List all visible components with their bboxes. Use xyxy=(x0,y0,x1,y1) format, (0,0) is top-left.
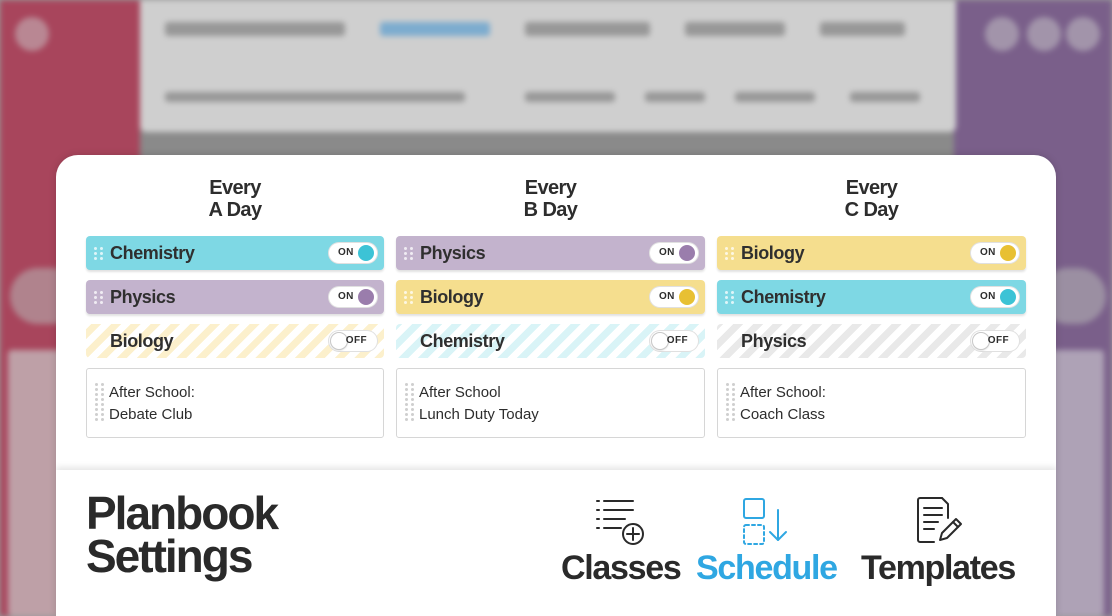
planbook-settings-modal: Every A Day Chemistry ON Physics ON Biol… xyxy=(56,155,1056,616)
background-toolbar-item xyxy=(820,22,905,36)
background-toolbar-item xyxy=(685,22,785,36)
toggle-label: ON xyxy=(338,247,354,258)
background-toolbar-item xyxy=(645,92,705,102)
day-title: Every B Day xyxy=(396,177,705,221)
drag-handle-icon xyxy=(396,324,420,358)
toggle-label: ON xyxy=(338,291,354,302)
note-line2: Lunch Duty Today xyxy=(419,406,539,423)
nav-schedule[interactable]: Schedule xyxy=(696,494,838,588)
drag-handle-icon[interactable] xyxy=(396,280,420,314)
class-toggle[interactable]: ON xyxy=(970,286,1020,308)
day-note[interactable]: After School Lunch Duty Today xyxy=(396,368,705,438)
background-toolbar-item xyxy=(525,92,615,102)
background-toolbar-item xyxy=(525,22,650,36)
class-toggle[interactable]: ON xyxy=(649,242,699,264)
drag-handle-icon[interactable] xyxy=(717,280,741,314)
day-title: Every C Day xyxy=(717,177,1026,221)
toggle-knob xyxy=(358,245,374,261)
page-title-line2: Settings xyxy=(86,530,253,582)
day-title-line2: C Day xyxy=(844,199,899,221)
note-line2: Debate Club xyxy=(109,406,193,423)
nav-schedule-label: Schedule xyxy=(696,549,838,587)
drag-handle-icon xyxy=(717,324,741,358)
day-title-line1: Every xyxy=(209,177,261,199)
nav-classes[interactable]: Classes xyxy=(561,494,682,588)
class-toggle[interactable]: OFF xyxy=(328,330,378,352)
day-title-line2: A Day xyxy=(208,199,263,221)
background-button xyxy=(1066,17,1100,51)
schedule-columns: Every A Day Chemistry ON Physics ON Biol… xyxy=(86,177,1026,439)
background-toolbar-item xyxy=(380,22,490,36)
day-title: Every A Day xyxy=(86,177,384,221)
background-button xyxy=(985,17,1019,51)
background-toolbar-item xyxy=(735,92,815,102)
settings-footer: Planbook Settings Classes Schedule Templ… xyxy=(56,470,1056,616)
toggle-label: OFF xyxy=(666,335,688,346)
drag-handle-icon[interactable] xyxy=(405,383,414,421)
background-button xyxy=(15,17,49,51)
drag-handle-icon[interactable] xyxy=(95,383,104,421)
day-column-a: Every A Day Chemistry ON Physics ON Biol… xyxy=(86,177,384,438)
background-toolbar-item xyxy=(165,22,345,36)
day-column-b: Every B Day Physics ON Biology ON Chemis… xyxy=(396,177,705,438)
class-row-physics[interactable]: Physics OFF xyxy=(717,324,1026,358)
nav-templates-label: Templates xyxy=(861,549,1016,587)
drag-handle-icon[interactable] xyxy=(86,236,110,270)
drag-handle-icon[interactable] xyxy=(86,280,110,314)
class-toggle[interactable]: ON xyxy=(328,286,378,308)
toggle-label: OFF xyxy=(987,335,1009,346)
class-toggle[interactable]: ON xyxy=(328,242,378,264)
note-line1: After School: xyxy=(740,384,826,401)
day-column-c: Every C Day Biology ON Chemistry ON Phys… xyxy=(717,177,1026,438)
note-line1: After School: xyxy=(109,384,195,401)
class-row-physics[interactable]: Physics ON xyxy=(396,236,705,270)
toggle-knob xyxy=(679,245,695,261)
document-edit-icon xyxy=(917,497,962,543)
drag-handle-icon xyxy=(86,324,110,358)
toggle-knob xyxy=(652,333,668,349)
nav-templates[interactable]: Templates xyxy=(858,494,1018,588)
drag-handle-icon[interactable] xyxy=(396,236,420,270)
toggle-knob xyxy=(1000,245,1016,261)
toggle-knob xyxy=(331,333,347,349)
day-title-line1: Every xyxy=(524,177,577,199)
page-title-line1: Planbook xyxy=(86,487,279,539)
note-line2: Coach Class xyxy=(740,406,826,423)
toggle-knob xyxy=(973,333,989,349)
class-row-chemistry[interactable]: Chemistry OFF xyxy=(396,324,705,358)
class-toggle[interactable]: OFF xyxy=(649,330,699,352)
class-toggle[interactable]: ON xyxy=(649,286,699,308)
toggle-label: ON xyxy=(980,247,996,258)
class-toggle[interactable]: OFF xyxy=(970,330,1020,352)
day-note[interactable]: After School: Debate Club xyxy=(86,368,384,438)
class-toggle[interactable]: ON xyxy=(970,242,1020,264)
background-toolbar-item xyxy=(850,92,920,102)
toggle-knob xyxy=(679,289,695,305)
class-row-biology[interactable]: Biology ON xyxy=(717,236,1026,270)
background-toolbar xyxy=(140,0,956,132)
background-toolbar-item xyxy=(165,92,465,102)
note-line1: After School xyxy=(419,384,501,401)
drag-handle-icon[interactable] xyxy=(717,236,741,270)
drag-handle-icon[interactable] xyxy=(726,383,735,421)
toggle-label: ON xyxy=(659,247,675,258)
class-row-chemistry[interactable]: Chemistry ON xyxy=(717,280,1026,314)
day-note[interactable]: After School: Coach Class xyxy=(717,368,1026,438)
list-add-icon xyxy=(595,500,644,545)
page-title: Planbook Settings xyxy=(86,487,279,582)
schedule-arrange-icon xyxy=(743,498,787,545)
class-row-biology[interactable]: Biology ON xyxy=(396,280,705,314)
toggle-label: ON xyxy=(980,291,996,302)
toggle-knob xyxy=(358,289,374,305)
day-title-line1: Every xyxy=(845,177,898,199)
nav-classes-label: Classes xyxy=(561,549,682,587)
class-row-chemistry[interactable]: Chemistry ON xyxy=(86,236,384,270)
class-row-biology[interactable]: Biology OFF xyxy=(86,324,384,358)
toggle-knob xyxy=(1000,289,1016,305)
class-row-physics[interactable]: Physics ON xyxy=(86,280,384,314)
background-button xyxy=(1027,17,1061,51)
toggle-label: OFF xyxy=(345,335,367,346)
toggle-label: ON xyxy=(659,291,675,302)
day-title-line2: B Day xyxy=(523,199,578,221)
